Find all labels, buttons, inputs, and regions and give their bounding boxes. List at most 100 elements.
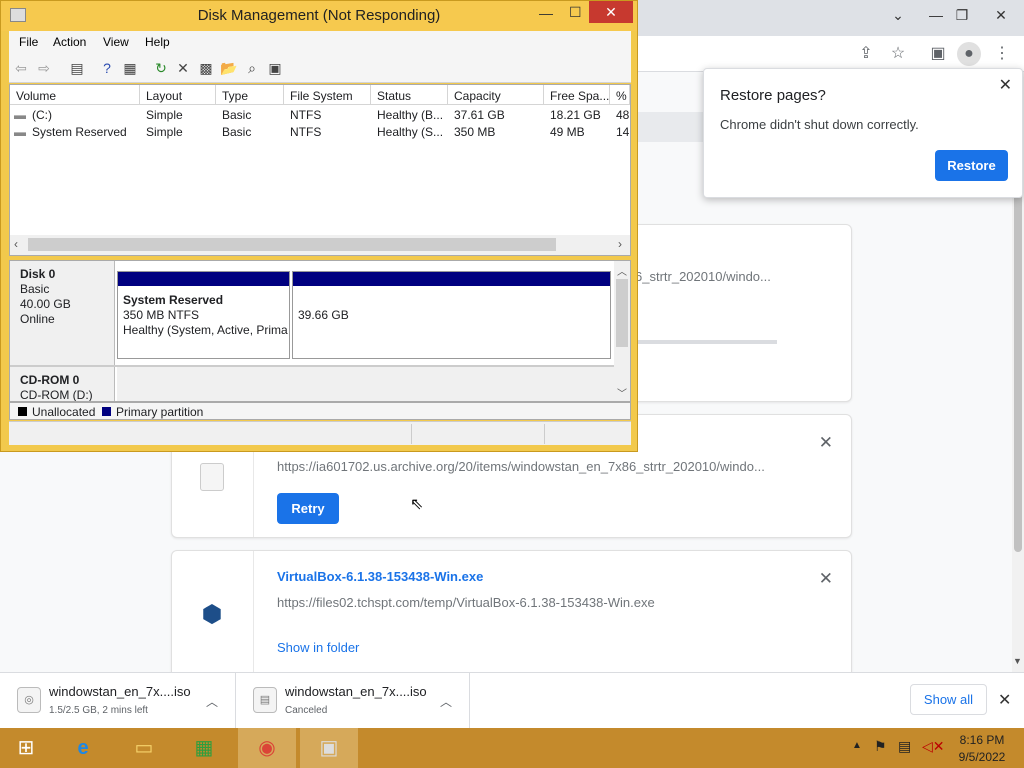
retry-button[interactable]: Retry [277, 493, 339, 524]
refresh-icon[interactable]: ↻ [151, 58, 171, 78]
flag-icon[interactable]: ⚑ [874, 738, 887, 755]
delete-icon[interactable]: ✕ [173, 58, 193, 78]
store-icon[interactable]: ▦ [178, 728, 230, 768]
help-icon[interactable]: ? [97, 58, 117, 78]
shelf-item[interactable]: ▤ windowstan_en_7x....iso Canceled ︿ [236, 673, 470, 729]
volume-muted-icon[interactable]: ◁✕ [922, 738, 945, 755]
partition-system-reserved[interactable]: System Reserved 350 MB NTFS Healthy (Sys… [117, 271, 290, 359]
console-tree-icon[interactable]: ▤ [67, 58, 87, 78]
clock-date[interactable]: 9/5/2022 [952, 750, 1012, 764]
forward-icon[interactable]: ⇨ [34, 58, 54, 78]
restore-window-icon[interactable]: ❐ [946, 0, 978, 30]
scroll-left-icon[interactable]: ‹ [14, 237, 18, 251]
profile-icon[interactable]: ● [957, 42, 981, 66]
chevron-up-icon[interactable]: ︿ [206, 693, 218, 710]
back-icon[interactable]: ⇦ [11, 58, 31, 78]
legend-primary: Primary partition [116, 405, 204, 419]
show-hidden-icons-icon[interactable]: ▲ [852, 740, 862, 751]
disk-management-taskbar-icon[interactable]: ▣ [300, 728, 358, 768]
cdrom-0-info[interactable]: CD-ROM 0 CD-ROM (D:) [10, 367, 115, 401]
properties-icon[interactable]: ▦ [120, 58, 140, 78]
close-window-icon[interactable]: ✕ [985, 0, 1017, 30]
shelf-item[interactable]: ◎ windowstan_en_7x....iso 1.5/2.5 GB, 2 … [0, 673, 236, 729]
close-icon[interactable]: ✕ [819, 433, 833, 453]
col-status[interactable]: Status [371, 85, 448, 105]
show-in-folder-link[interactable]: Show in folder [277, 640, 359, 655]
scrollbar-thumb[interactable] [28, 238, 556, 251]
col-volume[interactable]: Volume [10, 85, 140, 105]
disk-type: Basic [20, 282, 50, 296]
internet-explorer-icon[interactable]: e [57, 728, 109, 768]
search-icon[interactable]: ⌕ [242, 58, 262, 78]
restore-button[interactable]: Restore [935, 150, 1008, 181]
start-windows-icon[interactable]: ⊞ [0, 728, 52, 768]
tab-search-icon[interactable]: ⌄ [882, 0, 914, 30]
scrollbar-thumb[interactable] [616, 279, 628, 347]
menu-action[interactable]: Action [53, 35, 86, 49]
close-button[interactable]: ✕ [589, 1, 633, 23]
clock-time[interactable]: 8:16 PM [952, 733, 1012, 747]
col-free-space[interactable]: Free Spa... [544, 85, 610, 105]
scroll-down-icon[interactable]: ﹀ [617, 385, 627, 400]
disc-file-icon: ◎ [17, 687, 41, 713]
cell-free-space: 18.21 GB [550, 108, 601, 122]
legend-unallocated: Unallocated [32, 405, 96, 419]
file-explorer-icon[interactable]: ▭ [118, 728, 170, 768]
disk-size: 40.00 GB [20, 297, 71, 311]
scroll-right-icon[interactable]: › [618, 237, 622, 251]
menu-view[interactable]: View [103, 35, 129, 49]
horizontal-scrollbar[interactable]: ‹ › [10, 235, 630, 255]
legend: Unallocated Primary partition [9, 402, 631, 420]
partition-size: 350 MB NTFS [123, 308, 200, 322]
download-url[interactable]: https://files02.tchspt.com/temp/VirtualB… [277, 595, 655, 610]
restore-pages-dialog: Restore pages? ✕ Chrome didn't shut down… [703, 68, 1023, 198]
check-icon[interactable]: ▩ [196, 58, 216, 78]
cell-percent-free: 48 [616, 108, 630, 122]
download-card-3: ⬢ ✕ VirtualBox-6.1.38-153438-Win.exe htt… [171, 550, 852, 672]
cdrom-name: CD-ROM 0 [20, 373, 80, 387]
menu-file[interactable]: File [19, 35, 38, 49]
download-filename-link[interactable]: VirtualBox-6.1.38-153438-Win.exe [277, 569, 483, 584]
minimize-icon[interactable]: — [539, 5, 553, 21]
bookmark-star-icon[interactable]: ☆ [886, 42, 910, 66]
vertical-scrollbar[interactable]: ︿ ﹀ [614, 261, 630, 401]
menu-help[interactable]: Help [145, 35, 170, 49]
title-bar[interactable]: Disk Management (Not Responding) — ☐ ✕ [1, 1, 637, 31]
partition-status: Healthy (System, Active, Prima [123, 323, 288, 337]
partition-c[interactable]: 39.66 GB [292, 271, 611, 359]
cell-layout: Simple [146, 108, 183, 122]
col-filesystem[interactable]: File System [284, 85, 371, 105]
scroll-down-icon[interactable]: ▼ [1013, 656, 1022, 666]
col-capacity[interactable]: Capacity [448, 85, 544, 105]
col-layout[interactable]: Layout [140, 85, 216, 105]
menu-kebab-icon[interactable]: ⋮ [990, 42, 1014, 66]
file-icon [200, 463, 224, 491]
taskbar: ⊞ e ▭ ▦ ◉ ▣ ▲ ⚑ ▤ ◁✕ 8:16 PM 9/5/2022 [0, 728, 1024, 768]
side-panel-icon[interactable]: ▣ [926, 42, 950, 66]
download-url[interactable]: 6_strtr_202010/windo... [635, 269, 771, 284]
scroll-up-icon[interactable]: ︿ [617, 263, 627, 278]
show-all-button[interactable]: Show all [910, 684, 987, 715]
shelf-item-status: 1.5/2.5 GB, 2 mins left [49, 705, 148, 716]
close-icon[interactable]: ✕ [999, 75, 1012, 95]
close-shelf-icon[interactable]: ✕ [998, 690, 1011, 710]
download-url[interactable]: https://ia601702.us.archive.org/20/items… [277, 459, 765, 474]
disk-0-info[interactable]: Disk 0 Basic 40.00 GB Online [10, 261, 115, 365]
rescan-icon[interactable]: ▣ [265, 58, 285, 78]
maximize-icon[interactable]: ☐ [569, 4, 582, 21]
disk-state: Online [20, 312, 55, 326]
chrome-taskbar-icon[interactable]: ◉ [238, 728, 296, 768]
menu-bar: File Action View Help [9, 31, 631, 53]
drive-icon: ▬ [14, 108, 26, 122]
disk-graphical-view: Disk 0 Basic 40.00 GB Online System Rese… [9, 260, 631, 402]
share-icon[interactable]: ⇪ [854, 42, 878, 66]
network-icon[interactable]: ▤ [898, 738, 911, 755]
col-type[interactable]: Type [216, 85, 284, 105]
disk-management-window: Disk Management (Not Responding) — ☐ ✕ F… [0, 0, 638, 452]
chevron-up-icon[interactable]: ︿ [440, 693, 452, 710]
open-folder-icon[interactable]: 📂 [219, 58, 239, 78]
col-percent-free[interactable]: % F [610, 85, 630, 105]
close-icon[interactable]: ✕ [819, 569, 833, 589]
cell-filesystem: NTFS [290, 125, 322, 139]
legend-swatch-primary [102, 407, 111, 416]
